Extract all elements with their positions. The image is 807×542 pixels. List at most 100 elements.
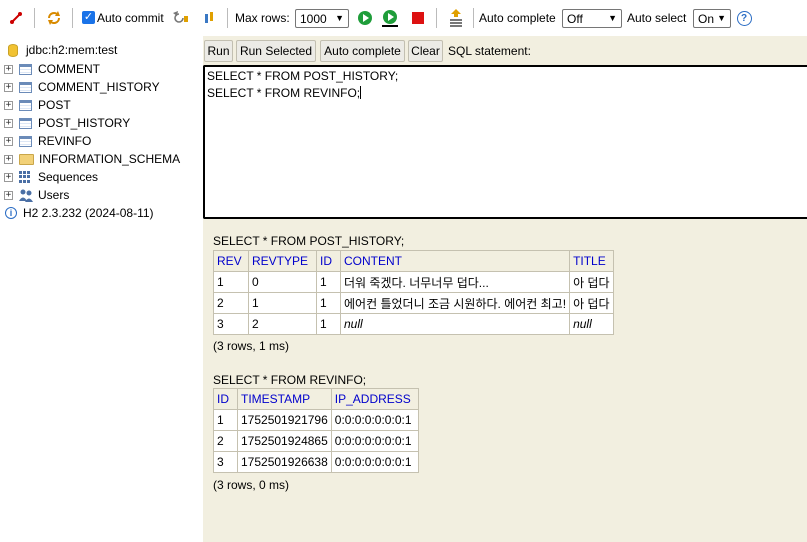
table-header-row: ID TIMESTAMP IP_ADDRESS <box>213 388 419 410</box>
commit-icon[interactable] <box>200 8 220 28</box>
column-header: REV <box>213 250 249 272</box>
users-icon <box>19 189 33 202</box>
expand-icon[interactable]: + <box>4 172 13 182</box>
table-cell-null: null <box>569 313 615 335</box>
table-icon <box>19 63 32 75</box>
chevron-down-icon: ▼ <box>608 13 617 23</box>
table-label: COMMENT <box>38 62 100 76</box>
history-icon[interactable] <box>446 8 466 28</box>
expand-icon[interactable]: + <box>4 64 13 74</box>
toolbar: ✓ Auto commit Max rows: 1000 ▼ Auto comp… <box>0 0 807 36</box>
auto-commit-checkbox[interactable]: ✓ <box>82 11 95 24</box>
expand-icon[interactable]: + <box>4 100 13 110</box>
tree-table-revinfo[interactable]: + REVINFO <box>4 132 91 150</box>
max-rows-value: 1000 <box>300 11 327 26</box>
disconnect-icon[interactable] <box>6 8 26 28</box>
table-cell: 0:0:0:0:0:0:0:1 <box>330 451 419 473</box>
run-button[interactable]: Run <box>204 40 233 62</box>
tree-users[interactable]: + Users <box>4 186 69 204</box>
table-cell: 1 <box>316 313 341 335</box>
table-cell: 3 <box>213 451 238 473</box>
database-icon <box>8 43 18 57</box>
result-row-info: (3 rows, 0 ms) <box>213 478 290 492</box>
editor-line: SELECT * FROM POST_HISTORY; <box>207 69 399 83</box>
table-row: 3 2 1 null null <box>213 313 615 335</box>
tree-table-comment[interactable]: + COMMENT <box>4 60 100 78</box>
sql-statement-label: SQL statement: <box>448 44 531 58</box>
table-cell: 1752501924865 <box>237 430 332 452</box>
sql-editor[interactable]: SELECT * FROM POST_HISTORY; SELECT * FRO… <box>203 65 807 219</box>
auto-complete-button[interactable]: Auto complete <box>320 40 405 62</box>
toolbar-separator <box>227 8 228 28</box>
table-cell: 1 <box>316 271 341 293</box>
table-cell: 0 <box>248 271 317 293</box>
column-header: TIMESTAMP <box>237 388 332 410</box>
auto-select-label: Auto select <box>627 11 687 25</box>
toolbar-separator <box>473 8 474 28</box>
run-selected-icon[interactable] <box>380 8 400 28</box>
run-selected-button[interactable]: Run Selected <box>236 40 316 62</box>
tree-information-schema[interactable]: + INFORMATION_SCHEMA <box>4 150 180 168</box>
table-cell: 아 덥다 <box>569 271 615 293</box>
column-header: IP_ADDRESS <box>330 388 419 410</box>
editor-line: SELECT * FROM REVINFO; <box>207 86 361 100</box>
table-icon <box>19 135 32 147</box>
refresh-icon[interactable] <box>44 8 64 28</box>
table-row: 2 1 1 에어컨 틀었더니 조금 시원하다. 에어컨 최고! 아 덥다 <box>213 292 615 314</box>
folder-icon <box>19 153 34 165</box>
table-cell: 더워 죽겠다. 너무너무 덥다... <box>339 271 571 293</box>
auto-complete-select[interactable]: Off ▼ <box>562 9 622 28</box>
tree-table-post[interactable]: + POST <box>4 96 71 114</box>
users-label: Users <box>38 188 70 202</box>
table-label: COMMENT_HISTORY <box>38 80 160 94</box>
run-icon[interactable] <box>355 8 375 28</box>
column-header: REVTYPE <box>248 250 317 272</box>
info-icon: i <box>5 207 17 219</box>
auto-complete-value: Off <box>567 11 583 26</box>
rollback-icon[interactable] <box>170 8 190 28</box>
tree-table-comment-history[interactable]: + COMMENT_HISTORY <box>4 78 160 96</box>
chevron-down-icon: ▼ <box>335 13 344 23</box>
table-cell: 1752501926638 <box>237 451 332 473</box>
table-row: 2 1752501924865 0:0:0:0:0:0:0:1 <box>213 430 419 452</box>
table-label: POST <box>38 98 71 112</box>
column-header: CONTENT <box>339 250 571 272</box>
table-row: 1 1752501921796 0:0:0:0:0:0:0:1 <box>213 409 419 431</box>
expand-icon[interactable]: + <box>4 118 13 128</box>
table-cell: 1 <box>316 292 341 314</box>
stop-icon[interactable] <box>408 8 428 28</box>
column-header: ID <box>213 388 238 410</box>
table-cell-null: null <box>339 313 571 335</box>
auto-select-select[interactable]: On ▼ <box>693 9 731 28</box>
result-statement: SELECT * FROM POST_HISTORY; <box>213 234 405 248</box>
schema-tree: jdbc:h2:mem:test + COMMENT + COMMENT_HIS… <box>0 36 203 542</box>
result-table: ID TIMESTAMP IP_ADDRESS 1 1752501921796 … <box>213 388 419 473</box>
expand-icon[interactable]: + <box>4 190 13 200</box>
tree-table-post-history[interactable]: + POST_HISTORY <box>4 114 130 132</box>
expand-icon[interactable]: + <box>4 136 13 146</box>
help-icon[interactable]: ? <box>734 8 754 28</box>
version-label: H2 2.3.232 (2024-08-11) <box>23 206 154 220</box>
expand-icon[interactable]: + <box>4 154 13 164</box>
table-label: POST_HISTORY <box>38 116 131 130</box>
tree-sequences[interactable]: + Sequences <box>4 168 98 186</box>
sequences-icon <box>19 171 32 183</box>
table-cell: 2 <box>213 292 249 314</box>
connection-label: jdbc:h2:mem:test <box>26 43 118 57</box>
expand-icon[interactable]: + <box>4 82 13 92</box>
clear-button[interactable]: Clear <box>408 40 443 62</box>
max-rows-select[interactable]: 1000 ▼ <box>295 9 349 28</box>
sql-panel: Run Run Selected Auto complete Clear SQL… <box>203 36 807 542</box>
toolbar-separator <box>34 8 35 28</box>
tree-version: i H2 2.3.232 (2024-08-11) <box>5 204 154 222</box>
column-header: ID <box>316 250 341 272</box>
toolbar-separator <box>436 8 437 28</box>
table-cell: 아 덥다 <box>569 292 615 314</box>
auto-commit-label: Auto commit <box>97 11 164 25</box>
table-cell: 2 <box>248 313 317 335</box>
schema-label: INFORMATION_SCHEMA <box>39 152 181 166</box>
editor-line-with-cursor: SELECT * FROM REVINFO; <box>207 85 806 102</box>
max-rows-label: Max rows: <box>235 11 290 25</box>
tree-connection[interactable]: jdbc:h2:mem:test <box>8 41 117 59</box>
table-cell: 0:0:0:0:0:0:0:1 <box>330 430 419 452</box>
